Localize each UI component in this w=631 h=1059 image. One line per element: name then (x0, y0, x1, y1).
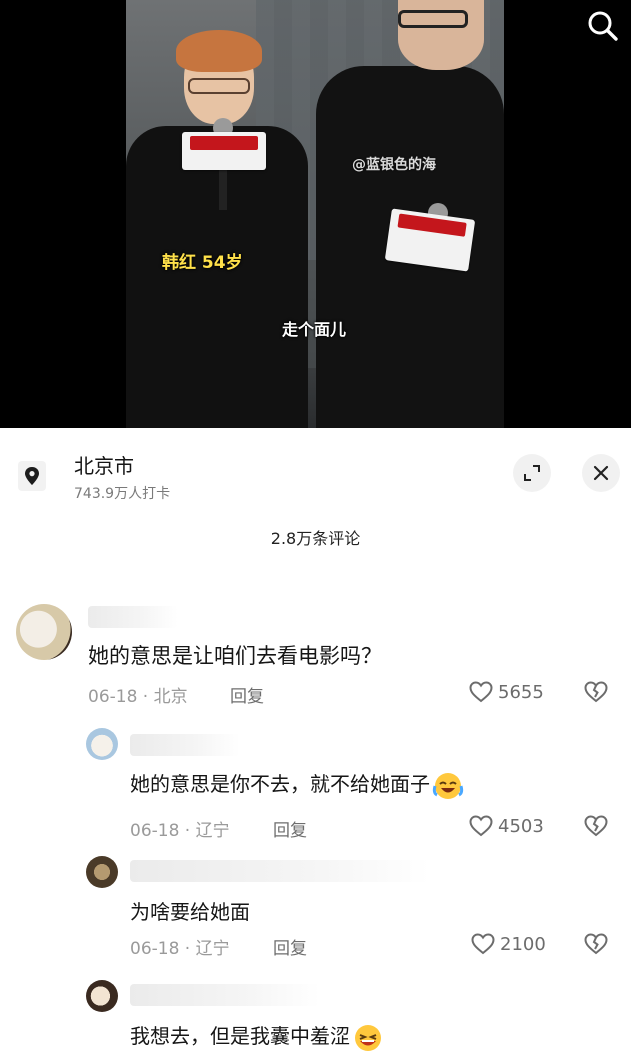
location-bar[interactable]: 北京市 743.9万人打卡 (0, 428, 631, 518)
broken-heart-icon (584, 933, 608, 955)
comment-text: 为啥要给她面 (130, 900, 250, 924)
location-checkins: 743.9万人打卡 (74, 486, 171, 502)
reply-item: 我想去，但是我囊中羞涩 (0, 976, 631, 1059)
video-frame: 韩红 54岁 走个面儿 @蓝银色的海 (126, 0, 504, 428)
comment-count: 2.8万条评论 (270, 529, 361, 548)
dislike-button[interactable] (583, 814, 609, 842)
video-watermark: @蓝银色的海 (352, 157, 436, 173)
heart-icon (471, 933, 495, 955)
location-name: 北京市 (74, 454, 134, 478)
grin-sweat-emoji (355, 1024, 381, 1051)
search-icon (588, 11, 618, 41)
comment-meta: 06-18 · 辽宁 (130, 939, 230, 959)
heart-icon (469, 815, 493, 837)
like-button[interactable]: 4503 (468, 814, 544, 838)
video-player[interactable]: 韩红 54岁 走个面儿 @蓝银色的海 (0, 0, 631, 428)
dislike-button[interactable] (583, 932, 609, 960)
comment-meta: 06-18 · 辽宁 (130, 821, 230, 841)
overlay-caption: 走个面儿 (282, 320, 347, 339)
like-count: 4503 (498, 815, 544, 837)
reply-button[interactable]: 回复 (230, 682, 264, 707)
dislike-button[interactable] (583, 680, 609, 708)
like-count: 2100 (500, 933, 546, 955)
avatar[interactable] (86, 856, 118, 888)
comment-meta: 06-18 · 北京 (88, 687, 188, 707)
comment-text: 她的意思是你不去，就不给她面子 (130, 768, 464, 801)
expand-button[interactable] (513, 454, 551, 492)
avatar[interactable] (86, 728, 118, 760)
heart-icon (469, 681, 493, 703)
username-blurred[interactable] (130, 734, 240, 756)
username-blurred[interactable] (130, 984, 320, 1006)
username-blurred[interactable] (88, 606, 178, 628)
like-button[interactable]: 2100 (470, 932, 546, 956)
comment-sheet: 北京市 743.9万人打卡 2.8万条评论 她的意思是让咱们去看电影吗？ 06-… (0, 428, 631, 1059)
reply-button[interactable]: 回复 (273, 816, 307, 841)
comment-text: 她的意思是让咱们去看电影吗？ (88, 644, 382, 668)
expand-icon (524, 465, 540, 481)
reply-button[interactable]: 回复 (273, 934, 307, 959)
close-button[interactable] (582, 454, 620, 492)
broken-heart-icon (584, 681, 608, 703)
comment-text: 我想去，但是我囊中羞涩 (130, 1020, 384, 1053)
search-button[interactable] (585, 8, 621, 44)
broken-heart-icon (584, 815, 608, 837)
laugh-cry-emoji (432, 772, 464, 799)
comment-item: 她的意思是让咱们去看电影吗？ 06-18 · 北京 回复 5655 (0, 598, 631, 708)
like-count: 5655 (498, 681, 544, 703)
reply-item: 为啥要给她面 06-18 · 辽宁 回复 2100 (0, 854, 631, 964)
location-pin-icon (18, 461, 46, 491)
like-button[interactable]: 5655 (468, 680, 544, 704)
username-blurred[interactable] (130, 860, 430, 882)
avatar[interactable] (86, 980, 118, 1012)
overlay-name-label: 韩红 54岁 (162, 253, 243, 273)
reply-item: 她的意思是你不去，就不给她面子 06-18 · 辽宁 回复 4503 (0, 724, 631, 844)
close-icon (593, 465, 609, 481)
avatar[interactable] (16, 604, 72, 660)
mic-sign (182, 132, 266, 170)
